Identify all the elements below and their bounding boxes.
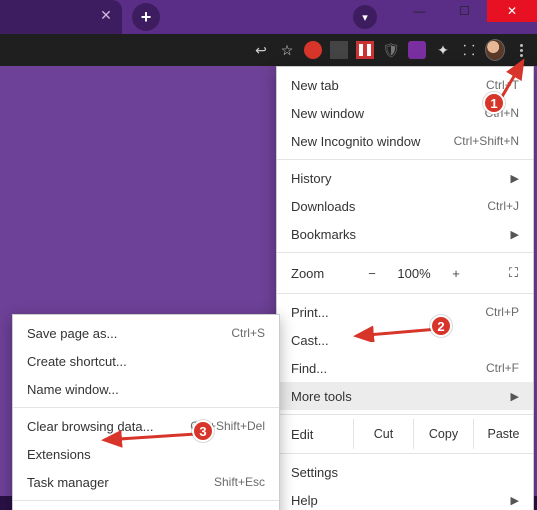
menu-item-zoom: Zoom − 100% + ⛶ xyxy=(277,257,533,289)
menu-label: History xyxy=(291,171,505,186)
active-tab[interactable]: ✕ xyxy=(0,0,122,34)
extension-icon-1[interactable] xyxy=(303,40,323,60)
submenu-arrow-icon: ▶ xyxy=(511,494,519,507)
menu-label: Downloads xyxy=(291,199,487,214)
menu-label: Extensions xyxy=(27,447,265,462)
menu-separator xyxy=(13,407,279,408)
menu-label: Find... xyxy=(291,361,486,376)
menu-label: Help xyxy=(291,493,505,508)
zoom-value: 100% xyxy=(393,266,435,281)
submenu-item-extensions[interactable]: Extensions xyxy=(13,440,279,468)
menu-label: Save page as... xyxy=(27,326,231,341)
zoom-in-button[interactable]: + xyxy=(445,266,467,281)
menu-label: Settings xyxy=(291,465,519,480)
menu-separator xyxy=(13,500,279,501)
tab-close-icon[interactable]: ✕ xyxy=(98,8,114,24)
submenu-item-save-page[interactable]: Save page as... Ctrl+S xyxy=(13,319,279,347)
menu-item-history[interactable]: History ▶ xyxy=(277,164,533,192)
menu-shortcut: Ctrl+S xyxy=(231,326,265,340)
extension-icon-3[interactable] xyxy=(355,40,375,60)
submenu-item-name-window[interactable]: Name window... xyxy=(13,375,279,403)
submenu-arrow-icon: ▶ xyxy=(511,228,519,241)
menu-shortcut: Ctrl+J xyxy=(487,199,519,213)
new-tab-button[interactable]: + xyxy=(132,3,160,31)
menu-item-print[interactable]: Print... Ctrl+P xyxy=(277,298,533,326)
menu-item-edit: Edit Cut Copy Paste xyxy=(277,419,533,449)
menu-label: Create shortcut... xyxy=(27,354,265,369)
menu-item-bookmarks[interactable]: Bookmarks ▶ xyxy=(277,220,533,248)
menu-label: New window xyxy=(291,106,485,121)
annotation-badge-2: 2 xyxy=(430,315,452,337)
menu-shortcut: Ctrl+F xyxy=(486,361,519,375)
menu-label: More tools xyxy=(291,389,505,404)
menu-separator xyxy=(277,414,533,415)
main-menu-button[interactable] xyxy=(511,40,531,60)
annotation-badge-1: 1 xyxy=(483,92,505,114)
submenu-item-dev-tools[interactable]: Developer tools Ctrl+Shift+I xyxy=(13,505,279,510)
zoom-out-button[interactable]: − xyxy=(361,266,383,281)
zoom-label: Zoom xyxy=(291,266,351,281)
share-icon[interactable]: ↪ xyxy=(251,40,271,60)
menu-item-find[interactable]: Find... Ctrl+F xyxy=(277,354,533,382)
submenu-arrow-icon: ▶ xyxy=(511,172,519,185)
menu-label: Name window... xyxy=(27,382,265,397)
apps-grid-icon[interactable]: ⸬ xyxy=(459,40,479,60)
edit-paste-button[interactable]: Paste xyxy=(473,419,533,449)
fullscreen-icon[interactable]: ⛶ xyxy=(509,265,519,281)
minimize-button[interactable]: — xyxy=(397,0,442,22)
menu-item-incognito[interactable]: New Incognito window Ctrl+Shift+N xyxy=(277,127,533,155)
menu-shortcut: Ctrl+T xyxy=(486,78,519,92)
maximize-button[interactable]: ☐ xyxy=(442,0,487,22)
menu-item-settings[interactable]: Settings xyxy=(277,458,533,486)
menu-separator xyxy=(277,252,533,253)
shield-icon[interactable]: 🛡 xyxy=(381,40,401,60)
annotation-badge-3: 3 xyxy=(192,420,214,442)
menu-label: Task manager xyxy=(27,475,214,490)
close-window-button[interactable]: ✕ xyxy=(487,0,537,22)
menu-separator xyxy=(277,293,533,294)
submenu-arrow-icon: ▶ xyxy=(511,390,519,403)
menu-label: New Incognito window xyxy=(291,134,454,149)
menu-label: Bookmarks xyxy=(291,227,505,242)
browser-toolbar: ↪ ☆ 🛡 ✦ ⸬ xyxy=(0,34,537,66)
menu-item-more-tools[interactable]: More tools ▶ xyxy=(277,382,533,410)
submenu-item-task-manager[interactable]: Task manager Shift+Esc xyxy=(13,468,279,496)
edit-label: Edit xyxy=(277,419,353,449)
menu-shortcut: Ctrl+P xyxy=(485,305,519,319)
submenu-item-clear-data[interactable]: Clear browsing data... Ctrl+Shift+Del xyxy=(13,412,279,440)
tab-strip: ✕ + ▾ — ☐ ✕ xyxy=(0,0,537,34)
main-menu: New tab Ctrl+T New window Ctrl+N New Inc… xyxy=(276,66,534,510)
extensions-puzzle-icon[interactable]: ✦ xyxy=(433,40,453,60)
menu-label: Print... xyxy=(291,305,485,320)
menu-item-help[interactable]: Help ▶ xyxy=(277,486,533,510)
profile-avatar[interactable] xyxy=(485,40,505,60)
menu-label: Cast... xyxy=(291,333,519,348)
menu-shortcut: Shift+Esc xyxy=(214,475,265,489)
menu-separator xyxy=(277,453,533,454)
menu-item-cast[interactable]: Cast... xyxy=(277,326,533,354)
menu-item-downloads[interactable]: Downloads Ctrl+J xyxy=(277,192,533,220)
menu-shortcut: Ctrl+Shift+N xyxy=(454,134,519,148)
search-dropdown-button[interactable]: ▾ xyxy=(353,5,377,29)
menu-label: Clear browsing data... xyxy=(27,419,190,434)
edit-copy-button[interactable]: Copy xyxy=(413,419,473,449)
menu-separator xyxy=(277,159,533,160)
edit-cut-button[interactable]: Cut xyxy=(353,419,413,449)
window-controls: — ☐ ✕ xyxy=(397,0,537,28)
extension-icon-4[interactable] xyxy=(407,40,427,60)
extension-icon-2[interactable] xyxy=(329,40,349,60)
bookmark-star-icon[interactable]: ☆ xyxy=(277,40,297,60)
menu-label: New tab xyxy=(291,78,486,93)
more-tools-submenu: Save page as... Ctrl+S Create shortcut..… xyxy=(12,314,280,510)
submenu-item-create-shortcut[interactable]: Create shortcut... xyxy=(13,347,279,375)
